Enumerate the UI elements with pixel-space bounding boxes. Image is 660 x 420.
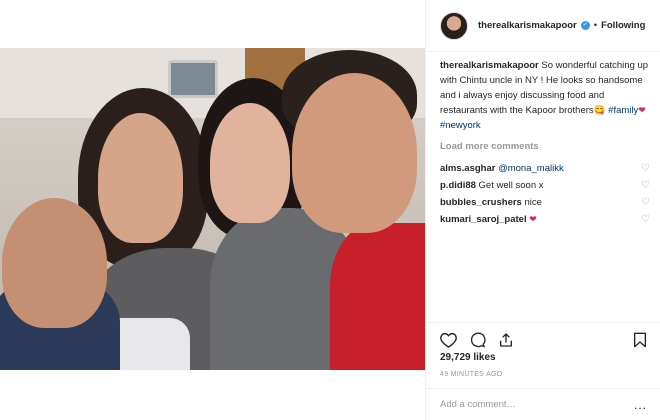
heart-outline-icon[interactable] bbox=[440, 332, 457, 351]
person-4-face bbox=[292, 73, 417, 233]
comment-row: alms.asghar @mona_malikk ♡ bbox=[440, 160, 652, 177]
separator-dot: • bbox=[593, 20, 598, 31]
action-bar bbox=[426, 322, 660, 352]
comment-username[interactable]: kumari_saroj_patel bbox=[440, 214, 527, 225]
add-comment-bar: ... bbox=[426, 388, 660, 420]
header-username[interactable]: therealkarismakapoor bbox=[478, 20, 577, 31]
comment-username[interactable]: alms.asghar bbox=[440, 163, 495, 174]
comment-text: ❤ bbox=[529, 214, 537, 224]
comment-username[interactable]: bubbles_crushers bbox=[440, 197, 522, 208]
comments-section: therealkarismakapoor So wonderful catchi… bbox=[440, 58, 652, 228]
comment-text: Get well soon x bbox=[478, 180, 544, 191]
caption-emoji: 😋 bbox=[593, 105, 606, 116]
comment-text[interactable]: @mona_malikk bbox=[498, 163, 564, 174]
comment-username[interactable]: p.didi88 bbox=[440, 180, 476, 191]
comment-like-heart-icon[interactable]: ♡ bbox=[641, 195, 650, 210]
add-comment-input[interactable] bbox=[440, 399, 634, 410]
comment-row: bubbles_crushers nice ♡ bbox=[440, 194, 652, 211]
hashtag-family[interactable]: #family bbox=[608, 105, 638, 116]
post-sidebar: therealkarismakapoor ✓ • Following there… bbox=[425, 0, 660, 420]
person-3-face bbox=[210, 103, 290, 223]
share-icon[interactable] bbox=[498, 332, 514, 351]
load-more-comments-link[interactable]: Load more comments bbox=[440, 139, 652, 154]
bookmark-icon[interactable] bbox=[633, 332, 647, 351]
comment-text: nice bbox=[524, 197, 542, 208]
post-header: therealkarismakapoor ✓ • Following bbox=[426, 0, 660, 52]
following-button[interactable]: Following bbox=[601, 20, 645, 31]
caption-username[interactable]: therealkarismakapoor bbox=[440, 60, 539, 71]
comment-row: p.didi88 Get well soon x ♡ bbox=[440, 177, 652, 194]
post-timestamp[interactable]: 49 MINUTES AGO bbox=[440, 371, 503, 378]
hashtag-newyork[interactable]: #newyork bbox=[440, 120, 481, 131]
comment-like-heart-icon[interactable]: ♡ bbox=[641, 161, 650, 176]
post-image[interactable] bbox=[0, 48, 425, 370]
person-2-face bbox=[98, 113, 183, 243]
more-options-icon[interactable]: ... bbox=[634, 398, 647, 412]
person-1-face bbox=[2, 198, 107, 328]
comment-bubble-icon[interactable] bbox=[469, 332, 486, 351]
medical-monitor bbox=[168, 60, 218, 98]
avatar[interactable] bbox=[440, 11, 468, 40]
comment-like-heart-icon[interactable]: ♡ bbox=[641, 178, 650, 193]
likes-count[interactable]: 29,729 likes bbox=[440, 352, 496, 363]
post-caption: therealkarismakapoor So wonderful catchi… bbox=[440, 58, 652, 133]
caption-heart: ❤ bbox=[638, 105, 646, 115]
verified-badge-icon: ✓ bbox=[580, 21, 590, 30]
person-4-body bbox=[330, 223, 425, 370]
comment-row: kumari_saroj_patel ❤ ♡ bbox=[440, 211, 652, 228]
comment-like-heart-icon[interactable]: ♡ bbox=[641, 212, 650, 227]
